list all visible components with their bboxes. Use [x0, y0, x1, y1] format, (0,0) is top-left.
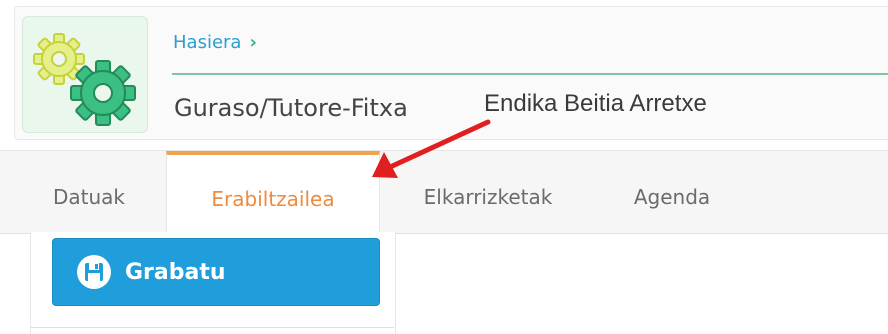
gears-icon	[33, 33, 136, 126]
page-title: Guraso/Tutore-Fitxa	[174, 94, 408, 122]
app-logo	[22, 16, 148, 133]
content-divider	[30, 327, 394, 328]
tab-datuak[interactable]: Datuak	[30, 151, 148, 233]
chevron-right-icon: ›	[249, 32, 257, 53]
title-divider	[172, 73, 888, 75]
save-button-label: Grabatu	[125, 259, 226, 285]
tab-erabiltzailea[interactable]: Erabiltzailea	[166, 151, 380, 234]
tab-bar: Datuak Erabiltzailea Elkarrizketak Agend…	[0, 150, 888, 234]
floppy-disk-icon	[77, 255, 111, 289]
breadcrumb-home-link[interactable]: Hasiera	[173, 32, 241, 53]
save-button[interactable]: Grabatu	[52, 238, 380, 306]
annotation-label: Endika Beitia Arretxe	[484, 90, 707, 117]
tab-agenda[interactable]: Agenda	[612, 151, 732, 233]
tab-elkarrizketak[interactable]: Elkarrizketak	[392, 151, 584, 233]
breadcrumb: Hasiera ›	[173, 32, 257, 53]
